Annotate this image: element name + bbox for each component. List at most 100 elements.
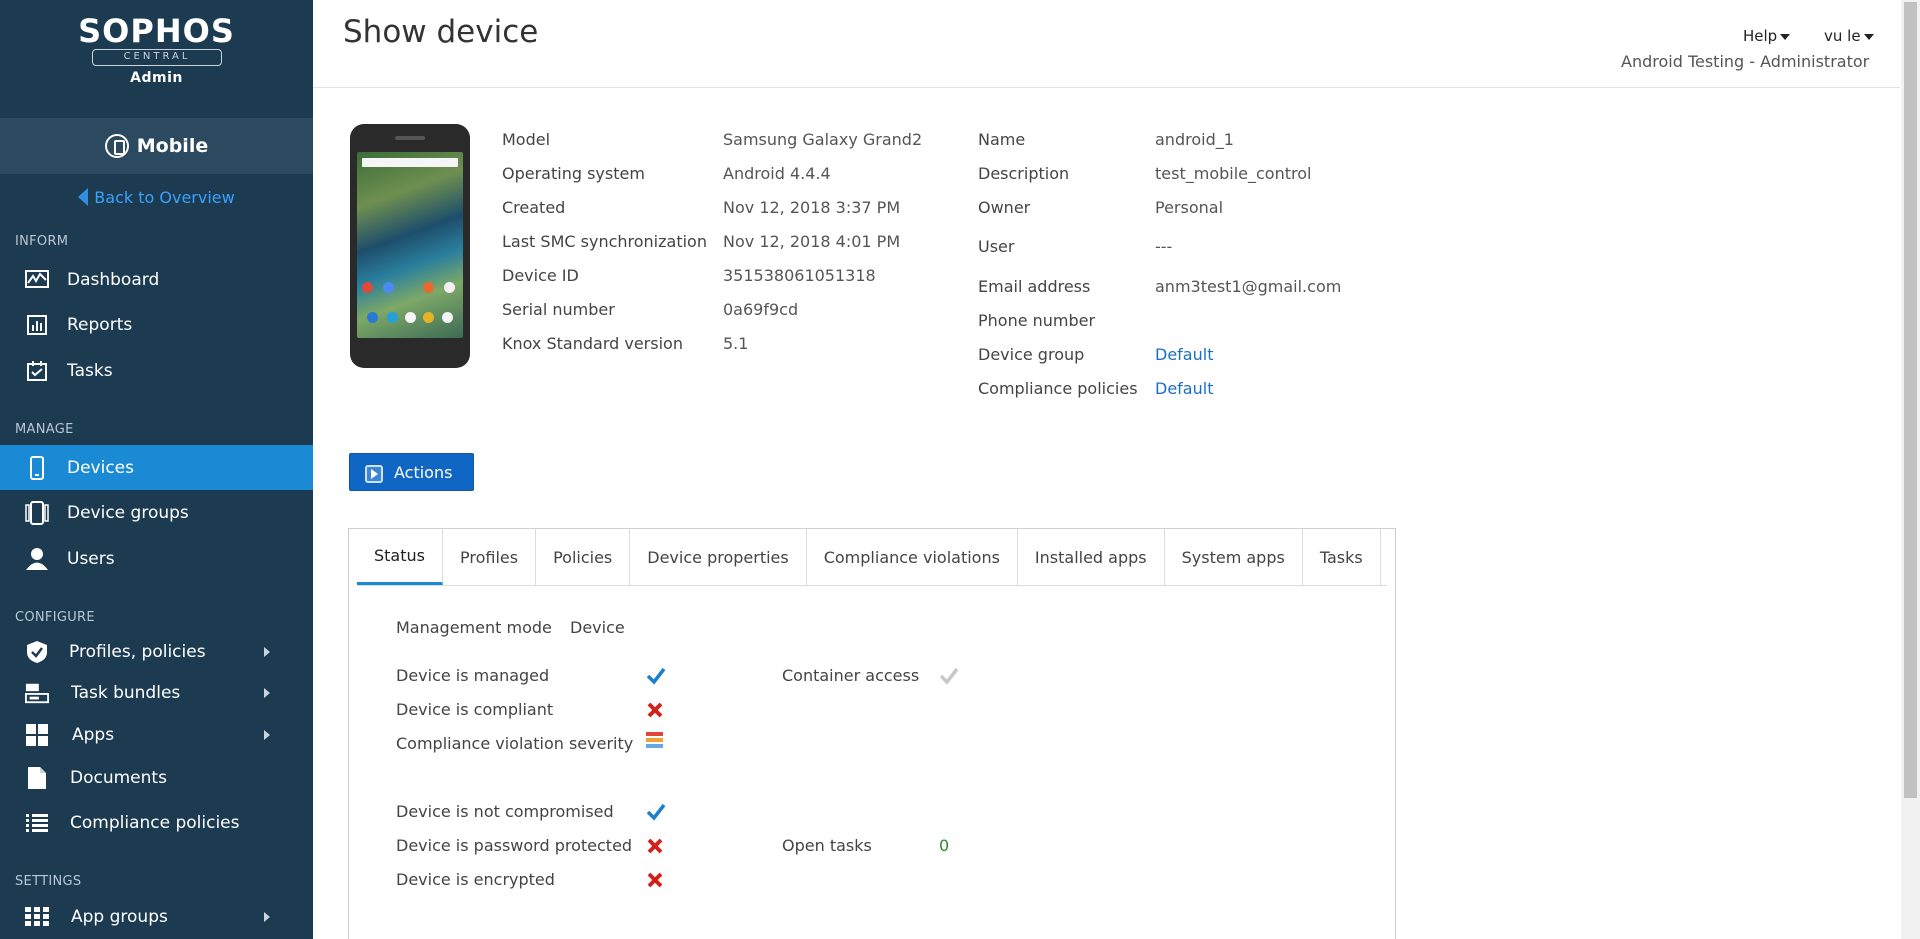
apps-icon — [25, 723, 49, 747]
container-access-label: Container access — [782, 666, 920, 685]
actions-button[interactable]: Actions — [349, 453, 474, 491]
info-value-model: Samsung Galaxy Grand2 — [723, 130, 923, 149]
phone-speaker — [395, 136, 425, 140]
brand-sub: CENTRAL — [92, 49, 222, 66]
tab-installed-apps[interactable]: Installed apps — [1018, 529, 1165, 585]
info-value-user: --- — [1155, 237, 1173, 256]
sidebar-item-app-groups[interactable]: App groups — [0, 895, 313, 939]
severity-bar — [646, 744, 663, 748]
play-icon — [365, 465, 383, 483]
tab-tasks[interactable]: Tasks — [1303, 529, 1381, 585]
page-scrollbar[interactable] — [1901, 0, 1920, 939]
open-tasks-label: Open tasks — [782, 836, 872, 855]
info-label-compliance-policies: Compliance policies — [978, 379, 1138, 398]
check-icon-grey — [939, 667, 959, 685]
sidebar-item-label: Tasks — [67, 361, 113, 381]
x-icon — [647, 872, 663, 888]
app-icon — [367, 312, 378, 323]
sidebar-item-tasks[interactable]: Tasks — [0, 349, 313, 393]
device-group-link[interactable]: Default — [1155, 345, 1213, 364]
info-label-device-group: Device group — [978, 345, 1085, 364]
managed-label: Device is managed — [396, 666, 550, 685]
sidebar-item-apps[interactable]: Apps — [0, 713, 313, 757]
list-icon — [25, 811, 49, 835]
sidebar-item-label: Reports — [67, 315, 133, 335]
user-menu[interactable]: vu le — [1824, 27, 1874, 45]
info-value-owner: Personal — [1155, 198, 1224, 217]
sidebar-item-label: Users — [67, 549, 115, 569]
info-value-email: anm3test1@gmail.com — [1155, 277, 1342, 296]
severity-label: Compliance violation severity — [396, 734, 634, 753]
info-label-email: Email address — [978, 277, 1091, 296]
password-protected-label: Device is password protected — [396, 836, 633, 855]
header-divider — [313, 87, 1900, 88]
sidebar-item-compliance-policies[interactable]: Compliance policies — [0, 801, 313, 845]
tab-bar: Status Profiles Policies Device properti… — [357, 529, 1381, 585]
actions-button-label: Actions — [394, 462, 453, 482]
section-manage: MANAGE — [15, 422, 74, 437]
section-configure: CONFIGURE — [15, 610, 95, 625]
severity-bar — [646, 732, 663, 736]
info-label-model: Model — [502, 130, 551, 149]
device-details-panel: Status Profiles Policies Device properti… — [348, 528, 1396, 939]
tab-device-properties[interactable]: Device properties — [630, 529, 807, 585]
user-name: vu le — [1824, 27, 1861, 45]
sidebar: SOPHOS CENTRAL Admin Mobile Back to Over… — [0, 0, 313, 939]
page-title: Show device — [343, 14, 539, 50]
open-tasks-value[interactable]: 0 — [939, 836, 949, 855]
tab-compliance-violations[interactable]: Compliance violations — [807, 529, 1018, 585]
sidebar-item-users[interactable]: Users — [0, 537, 313, 581]
sidebar-item-task-bundles[interactable]: Task bundles — [0, 671, 313, 715]
tab-bar-divider — [357, 585, 1387, 586]
severity-bar — [646, 738, 663, 742]
module-header: Mobile — [0, 118, 313, 174]
sidebar-item-label: Device groups — [67, 503, 189, 523]
sidebar-item-devices[interactable]: Devices — [0, 445, 313, 490]
device-groups-icon — [25, 501, 49, 525]
sidebar-item-documents[interactable]: Documents — [0, 756, 313, 800]
brand-role: Admin — [130, 70, 183, 86]
sidebar-item-reports[interactable]: Reports — [0, 303, 313, 347]
info-label-last-sync: Last SMC synchronization — [502, 232, 707, 251]
tab-profiles[interactable]: Profiles — [443, 529, 537, 585]
app-icon — [383, 282, 394, 293]
google-search-bar — [362, 158, 458, 167]
help-menu[interactable]: Help — [1743, 27, 1791, 45]
info-value-serial: 0a69f9cd — [723, 300, 799, 319]
management-mode-value: Device — [570, 618, 625, 637]
x-icon — [647, 838, 663, 854]
info-value-description: test_mobile_control — [1155, 164, 1312, 183]
task-bundles-icon — [25, 681, 49, 705]
tab-status[interactable]: Status — [357, 529, 443, 585]
sidebar-item-device-groups[interactable]: Device groups — [0, 491, 313, 535]
back-to-overview-link[interactable]: Back to Overview — [0, 182, 313, 212]
sidebar-item-label: Documents — [70, 768, 167, 788]
tab-policies[interactable]: Policies — [536, 529, 631, 585]
sidebar-item-label: Profiles, policies — [69, 642, 206, 662]
phone-screen — [357, 152, 463, 338]
info-value-name: android_1 — [1155, 130, 1234, 149]
info-label-serial: Serial number — [502, 300, 615, 319]
caret-down-icon — [1780, 33, 1791, 40]
expand-arrow-icon — [264, 647, 270, 657]
sidebar-item-label: Compliance policies — [70, 813, 240, 833]
back-arrow-icon — [78, 188, 89, 206]
expand-arrow-icon — [264, 730, 270, 740]
compliance-policy-link[interactable]: Default — [1155, 379, 1213, 398]
scrollbar-thumb[interactable] — [1904, 2, 1917, 798]
info-value-knox: 5.1 — [723, 334, 749, 353]
info-label-description: Description — [978, 164, 1070, 183]
sidebar-item-profiles-policies[interactable]: Profiles, policies — [0, 630, 313, 674]
sophos-logo[interactable]: SOPHOS CENTRAL Admin — [0, 0, 313, 118]
info-label-device-id: Device ID — [502, 266, 579, 285]
info-label-owner: Owner — [978, 198, 1031, 217]
app-icon — [387, 312, 398, 323]
tab-system-apps[interactable]: System apps — [1165, 529, 1303, 585]
sidebar-item-dashboard[interactable]: Dashboard — [0, 258, 313, 302]
info-value-os: Android 4.4.4 — [723, 164, 831, 183]
shield-icon — [25, 640, 49, 664]
app-icon — [423, 312, 434, 323]
app-icon — [362, 282, 373, 293]
info-label-name: Name — [978, 130, 1026, 149]
sidebar-item-label: App groups — [71, 907, 168, 927]
